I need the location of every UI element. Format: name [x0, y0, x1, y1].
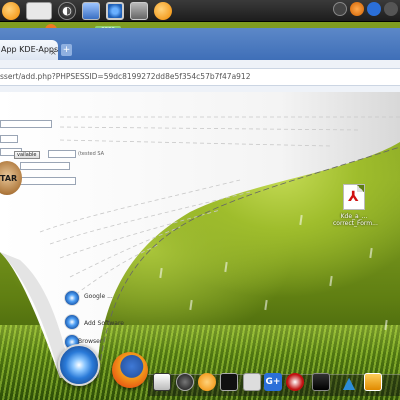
blank-icon[interactable] — [243, 373, 261, 391]
network-icon[interactable] — [333, 2, 347, 16]
blank-window-icon[interactable] — [26, 1, 52, 20]
check-available-button[interactable]: vailable — [14, 151, 40, 159]
gp-icon[interactable]: G+ — [264, 373, 282, 391]
vlc-icon[interactable] — [198, 373, 216, 391]
chrome-icon[interactable] — [64, 314, 80, 330]
flash-icon[interactable] — [286, 373, 304, 391]
screen-icon[interactable] — [364, 373, 382, 391]
window-list-icon[interactable] — [130, 1, 148, 20]
pdf-file-icon[interactable]: ⅄ — [343, 184, 365, 210]
arch-icon[interactable]: ▲ — [340, 373, 358, 392]
icon-label: Add Software — [84, 320, 124, 327]
chrome-icon[interactable] — [106, 1, 124, 20]
tar-label: tar — [0, 207, 9, 214]
chrome-icon[interactable] — [64, 290, 80, 306]
volume-icon[interactable] — [384, 2, 398, 16]
icon-label: Google ... — [84, 293, 113, 300]
close-tab-icon[interactable]: × — [50, 43, 57, 60]
top-panel: ◐ — [0, 0, 400, 22]
form-select[interactable] — [0, 135, 18, 143]
form-field-3[interactable] — [48, 150, 76, 158]
firefox-icon[interactable] — [112, 352, 148, 388]
update-icon[interactable] — [350, 2, 364, 16]
new-tab-button[interactable]: + — [61, 44, 72, 56]
form-field-1[interactable] — [0, 120, 52, 128]
address-bar[interactable]: ssert/add.php?PHPSESSID=59dc8199272dd8e5… — [0, 68, 400, 86]
terminal-icon[interactable] — [220, 373, 238, 391]
browser-tab[interactable]: App KDE-Apps.o... × — [0, 40, 58, 60]
hint-text: (tested SA — [78, 151, 105, 157]
app-launcher-icon[interactable] — [2, 1, 20, 20]
toolbar: ssert/add.php?PHPSESSID=59dc8199272dd8e5… — [0, 60, 400, 104]
vlc-panel-icon[interactable] — [154, 1, 172, 20]
monitor-icon[interactable] — [82, 1, 100, 20]
tab-strip: App KDE-Apps.o... × + — [0, 28, 400, 60]
pdf-file-label: Kde_a_... correct_Form... — [333, 213, 378, 227]
media-player-icon[interactable]: ◐ — [58, 1, 76, 20]
media-icon[interactable] — [176, 373, 194, 391]
chrome-launcher-icon[interactable] — [58, 344, 100, 386]
display-icon[interactable] — [312, 373, 330, 391]
task-icon[interactable] — [153, 373, 171, 391]
form-field-4[interactable] — [20, 162, 70, 170]
tar-text: TAR — [0, 174, 18, 183]
system-tray — [333, 2, 398, 16]
acrobat-icon: ⅄ — [348, 189, 359, 205]
page-content-top — [0, 104, 400, 114]
browser-window: ▪▪▪▪ App KDE-Apps.o... × + ssert/add.php… — [0, 22, 400, 400]
bluetooth-icon[interactable] — [367, 2, 381, 16]
